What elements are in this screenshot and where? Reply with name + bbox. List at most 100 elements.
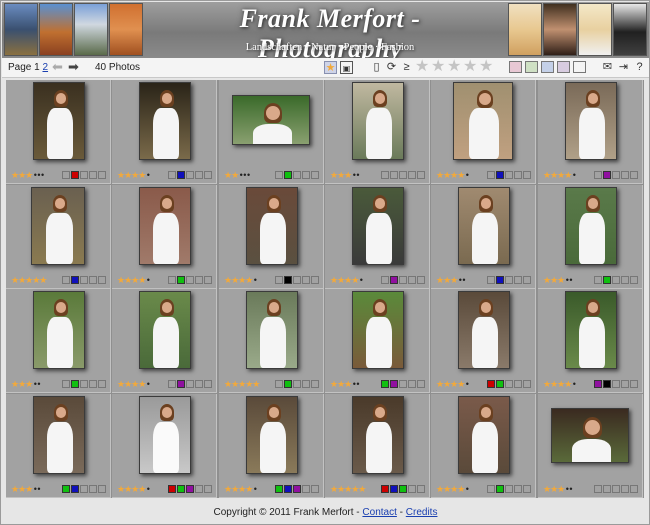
arrow-left-icon[interactable]: ⬅ — [52, 60, 63, 74]
color-tag-empty[interactable] — [275, 276, 283, 284]
color-tag-empty[interactable] — [514, 380, 522, 388]
photo-thumbnail[interactable] — [139, 396, 191, 474]
color-tag-green[interactable] — [275, 485, 283, 493]
color-tag-empty[interactable] — [311, 171, 319, 179]
color-tag-green[interactable] — [177, 276, 185, 284]
color-tag-empty[interactable] — [417, 276, 425, 284]
color-tag-empty[interactable] — [408, 485, 416, 493]
color-tag-empty[interactable] — [621, 485, 629, 493]
color-tag-empty[interactable] — [612, 380, 620, 388]
photo-rating[interactable]: ★★★★ • — [436, 484, 469, 494]
color-tag-purple[interactable] — [390, 276, 398, 284]
color-tag-empty[interactable] — [168, 380, 176, 388]
photo-rating[interactable]: ★★ • • • — [224, 170, 250, 180]
color-tag-empty[interactable] — [594, 276, 602, 284]
color-tag-empty[interactable] — [302, 171, 310, 179]
photo-thumbnail[interactable] — [246, 396, 298, 474]
photo-rating[interactable]: ★★★★★ — [330, 484, 366, 494]
color-tag-empty[interactable] — [594, 171, 602, 179]
rating-filter-star-2-icon[interactable]: ★ — [431, 58, 445, 76]
color-tag-blue[interactable] — [71, 485, 79, 493]
rating-filter-star-3-icon[interactable]: ★ — [447, 58, 461, 76]
color-tag-red[interactable] — [381, 485, 389, 493]
color-tag-empty[interactable] — [62, 276, 70, 284]
photo-thumbnail[interactable] — [565, 82, 617, 160]
color-tag-empty[interactable] — [80, 380, 88, 388]
color-tag-empty[interactable] — [523, 171, 531, 179]
photo-rating[interactable]: ★★★ • • • — [11, 170, 44, 180]
photo-thumbnail[interactable] — [565, 291, 617, 369]
photo-thumbnail[interactable] — [458, 187, 510, 265]
color-tag-empty[interactable] — [523, 485, 531, 493]
color-tag-red[interactable] — [71, 171, 79, 179]
color-tag-empty[interactable] — [381, 171, 389, 179]
photo-thumbnail[interactable] — [139, 291, 191, 369]
header-thumb-landscape-1[interactable] — [4, 3, 38, 56]
color-filter-pink[interactable] — [509, 61, 522, 73]
color-tag-empty[interactable] — [89, 171, 97, 179]
color-tag-empty[interactable] — [89, 276, 97, 284]
color-tag-empty[interactable] — [514, 276, 522, 284]
photo-rating[interactable]: ★★★★ • — [117, 275, 150, 285]
color-tag-empty[interactable] — [487, 276, 495, 284]
photo-rating[interactable]: ★★★★ • — [224, 484, 257, 494]
color-tag-empty[interactable] — [311, 380, 319, 388]
arrow-right-icon[interactable]: ➡ — [68, 60, 79, 74]
photo-rating[interactable]: ★★★★ • — [543, 170, 576, 180]
photo-rating[interactable]: ★★★★ • — [330, 275, 363, 285]
color-tag-purple[interactable] — [594, 380, 602, 388]
color-tag-empty[interactable] — [293, 171, 301, 179]
color-tag-empty[interactable] — [505, 171, 513, 179]
photo-rating[interactable]: ★★★ • • — [543, 484, 573, 494]
color-tag-green[interactable] — [496, 380, 504, 388]
color-tag-empty[interactable] — [408, 276, 416, 284]
color-tag-empty[interactable] — [603, 485, 611, 493]
color-tag-empty[interactable] — [487, 171, 495, 179]
color-tag-green[interactable] — [284, 380, 292, 388]
color-tag-empty[interactable] — [80, 276, 88, 284]
photo-thumbnail[interactable] — [458, 291, 510, 369]
rating-filter-star-4-icon[interactable]: ★ — [463, 58, 477, 76]
color-tag-blue[interactable] — [177, 171, 185, 179]
color-tag-empty[interactable] — [390, 171, 398, 179]
color-tag-blue[interactable] — [284, 485, 292, 493]
photo-thumbnail[interactable] — [565, 187, 617, 265]
header-thumb-landscape-3[interactable] — [74, 3, 108, 56]
color-tag-black[interactable] — [284, 276, 292, 284]
color-tag-empty[interactable] — [612, 485, 620, 493]
photo-rating[interactable]: ★★★ • • — [330, 379, 360, 389]
color-tag-empty[interactable] — [505, 276, 513, 284]
page-link-1[interactable]: 1 — [34, 62, 40, 73]
phone-icon[interactable]: ▯ — [370, 61, 383, 74]
color-tag-empty[interactable] — [275, 171, 283, 179]
color-tag-empty[interactable] — [621, 380, 629, 388]
photo-thumbnail[interactable] — [453, 82, 513, 160]
color-tag-green[interactable] — [62, 485, 70, 493]
color-tag-empty[interactable] — [80, 171, 88, 179]
color-tag-empty[interactable] — [505, 485, 513, 493]
rating-filter-star-1-icon[interactable]: ★ — [415, 58, 429, 76]
color-tag-empty[interactable] — [417, 485, 425, 493]
color-tag-empty[interactable] — [612, 171, 620, 179]
color-tag-empty[interactable] — [630, 485, 638, 493]
photo-rating[interactable]: ★★★★ • — [543, 379, 576, 389]
color-tag-empty[interactable] — [523, 276, 531, 284]
photo-thumbnail[interactable] — [458, 396, 510, 474]
color-tag-empty[interactable] — [293, 276, 301, 284]
color-tag-purple[interactable] — [603, 171, 611, 179]
color-tag-empty[interactable] — [302, 276, 310, 284]
color-tag-empty[interactable] — [204, 276, 212, 284]
photo-thumbnail[interactable] — [139, 187, 191, 265]
photo-thumbnail[interactable] — [246, 291, 298, 369]
color-tag-empty[interactable] — [523, 380, 531, 388]
photo-thumbnail[interactable] — [33, 291, 85, 369]
rating-filter-star-5-icon[interactable]: ★ — [479, 58, 493, 76]
color-tag-empty[interactable] — [487, 485, 495, 493]
color-tag-purple[interactable] — [186, 485, 194, 493]
photo-thumbnail[interactable] — [352, 187, 404, 265]
color-tag-empty[interactable] — [62, 171, 70, 179]
exit-icon[interactable]: ⇥ — [617, 61, 630, 74]
color-tag-empty[interactable] — [621, 171, 629, 179]
color-tag-empty[interactable] — [630, 276, 638, 284]
color-tag-green[interactable] — [71, 380, 79, 388]
